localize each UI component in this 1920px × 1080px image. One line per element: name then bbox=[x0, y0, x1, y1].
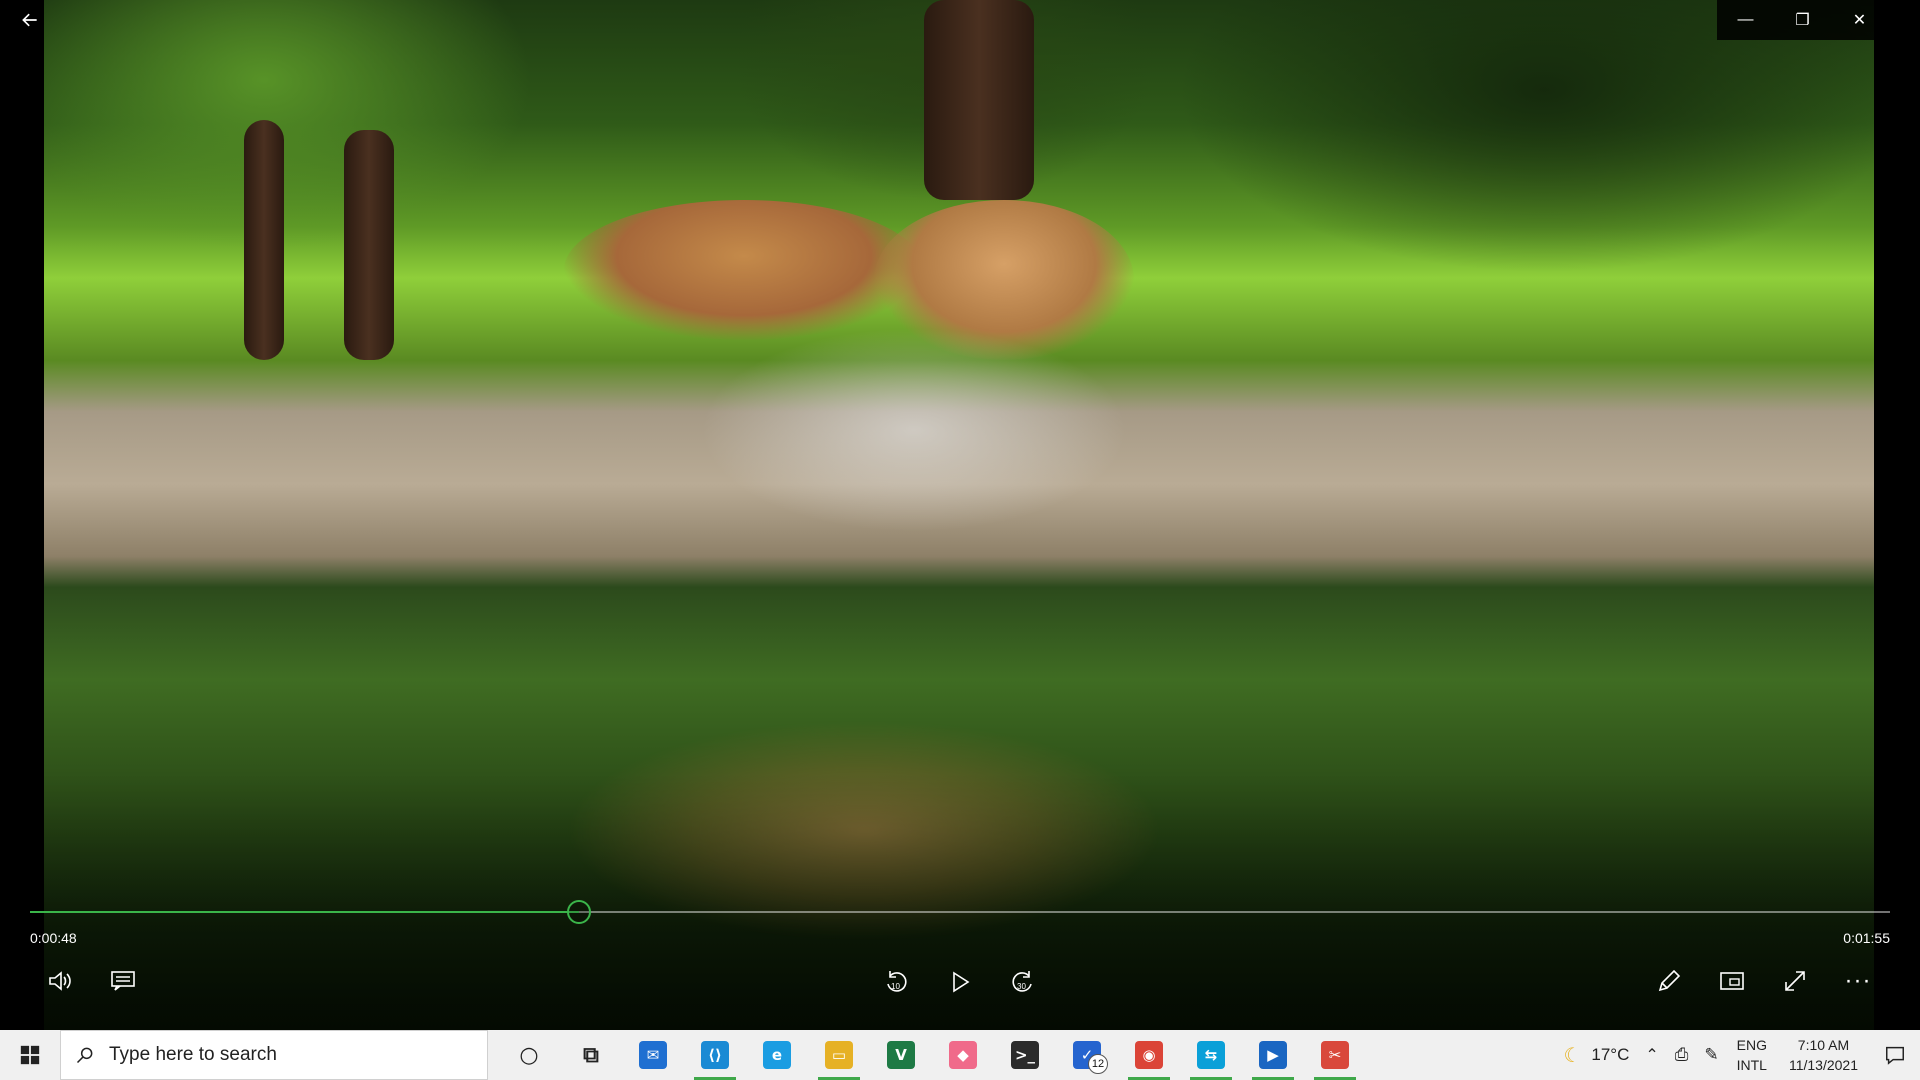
moon-icon: ☾ bbox=[1563, 1044, 1582, 1067]
meet-now-button[interactable]: ⎙ bbox=[1667, 1030, 1697, 1080]
notification-icon bbox=[1886, 1046, 1904, 1065]
window-caption-buttons: — ❐ ✕ bbox=[1717, 0, 1888, 40]
fullscreen-icon bbox=[1785, 971, 1805, 991]
taskbar-app-todo[interactable]: ✓ 12 bbox=[1056, 1030, 1118, 1080]
skip-forward-button[interactable]: 30 bbox=[1001, 960, 1045, 1004]
more-icon: ··· bbox=[1844, 967, 1872, 994]
taskbar-app-snip[interactable]: ✂ bbox=[1304, 1030, 1366, 1080]
weather-temp: 17°C bbox=[1591, 1045, 1630, 1064]
taskbar-app-chrome[interactable]: ◉ bbox=[1118, 1030, 1180, 1080]
notifications-button[interactable] bbox=[1870, 1030, 1920, 1080]
task-view-icon: ⧉ bbox=[583, 1042, 599, 1068]
play-icon bbox=[953, 971, 970, 993]
duration: 0:01:55 bbox=[1843, 930, 1890, 946]
video-vignette bbox=[44, 0, 1874, 1030]
taskbar-app-excel[interactable]: V bbox=[870, 1030, 932, 1080]
video-frame[interactable] bbox=[44, 0, 1874, 1030]
taskbar-app-terminal[interactable]: >_ bbox=[994, 1030, 1056, 1080]
captions-button[interactable] bbox=[101, 959, 145, 1003]
edge-icon: e bbox=[763, 1041, 791, 1069]
taskbar-app-remote[interactable]: ⇆ bbox=[1180, 1030, 1242, 1080]
weather-widget[interactable]: ☾ 17°C bbox=[1555, 1030, 1637, 1080]
taskbar-app-vscode[interactable]: ⟨⟩ bbox=[684, 1030, 746, 1080]
file-explorer-icon: ▭ bbox=[825, 1041, 853, 1069]
taskbar-app-cortana[interactable]: ○ bbox=[498, 1030, 560, 1080]
close-button[interactable]: ✕ bbox=[1831, 0, 1888, 40]
taskbar-app-file-explorer[interactable]: ▭ bbox=[808, 1030, 870, 1080]
arrow-left-icon bbox=[22, 13, 37, 27]
start-button[interactable] bbox=[0, 1030, 60, 1080]
taskbar-app-task-view[interactable]: ⧉ bbox=[560, 1030, 622, 1080]
taskbar-apps: ○ ⧉ ✉ ⟨⟩ e ▭ V ◆ >_ ✓ 12 ◉ ⇆ ▶ ✂ bbox=[498, 1030, 1366, 1080]
keyboard-layout: INTL bbox=[1736, 1057, 1767, 1073]
windows-logo-icon bbox=[20, 1045, 40, 1065]
current-time: 0:00:48 bbox=[30, 930, 77, 946]
mini-view-button[interactable] bbox=[1710, 959, 1754, 1003]
terminal-icon: >_ bbox=[1011, 1041, 1039, 1069]
volume-icon bbox=[49, 971, 71, 991]
skip-back-10-icon: 10 bbox=[887, 971, 907, 992]
show-hidden-icons-button[interactable]: ⌃ bbox=[1637, 1030, 1666, 1080]
seek-bar[interactable] bbox=[30, 900, 1890, 924]
volume-button[interactable] bbox=[38, 959, 82, 1003]
movies-tv-icon: ▶ bbox=[1259, 1041, 1287, 1069]
cortana-icon: ○ bbox=[519, 1042, 539, 1068]
app-badge: 12 bbox=[1088, 1054, 1108, 1074]
more-options-button[interactable]: ··· bbox=[1836, 959, 1880, 1003]
chevron-up-icon: ⌃ bbox=[1645, 1047, 1659, 1064]
edit-button[interactable] bbox=[1647, 959, 1691, 1003]
taskbar-search-box[interactable]: Type here to search bbox=[60, 1030, 488, 1080]
system-tray: ☾ 17°C ⌃ ⎙ ✎ ENG INTL 7:10 AM 11/13/2021 bbox=[1555, 1030, 1920, 1080]
minimize-button[interactable]: — bbox=[1717, 0, 1774, 40]
excel-icon: V bbox=[887, 1041, 915, 1069]
mail-icon: ✉ bbox=[639, 1041, 667, 1069]
taskbar-app-movies-tv[interactable]: ▶ bbox=[1242, 1030, 1304, 1080]
restore-button[interactable]: ❐ bbox=[1774, 0, 1831, 40]
clock-time: 7:10 AM bbox=[1797, 1037, 1850, 1053]
movies-tv-window: — ❐ ✕ 0:00:48 0:01:55 10 30 ··· bbox=[0, 0, 1920, 1030]
fullscreen-button[interactable] bbox=[1773, 959, 1817, 1003]
vscode-icon: ⟨⟩ bbox=[701, 1041, 729, 1069]
taskbar: Type here to search ○ ⧉ ✉ ⟨⟩ e ▭ V ◆ >_ ✓ 12 ◉ ⇆ ▶ ✂ ☾… bbox=[0, 1030, 1920, 1080]
pen-workspace-button[interactable]: ✎ bbox=[1696, 1030, 1726, 1080]
seek-thumb[interactable] bbox=[566, 900, 591, 924]
back-button[interactable] bbox=[10, 6, 50, 34]
taskbar-app-paint3d[interactable]: ◆ bbox=[932, 1030, 994, 1080]
taskbar-app-edge[interactable]: e bbox=[746, 1030, 808, 1080]
skip-back-button[interactable]: 10 bbox=[874, 960, 918, 1004]
chrome-icon: ◉ bbox=[1135, 1041, 1163, 1069]
search-placeholder: Type here to search bbox=[109, 1044, 277, 1065]
search-icon bbox=[76, 1047, 93, 1064]
seek-bar-progress bbox=[30, 911, 579, 913]
pen-icon: ✎ bbox=[1704, 1045, 1719, 1064]
skip-forward-label: 30 bbox=[1017, 982, 1026, 991]
captions-icon bbox=[111, 971, 135, 991]
camera-icon: ⎙ bbox=[1674, 1045, 1689, 1064]
mini-view-icon bbox=[1720, 972, 1744, 990]
remote-icon: ⇆ bbox=[1197, 1041, 1225, 1069]
skip-back-label: 10 bbox=[891, 982, 900, 991]
language-code: ENG bbox=[1736, 1037, 1767, 1053]
clock[interactable]: 7:10 AM 11/13/2021 bbox=[1777, 1030, 1870, 1080]
clock-date: 11/13/2021 bbox=[1788, 1057, 1858, 1073]
skip-forward-30-icon: 30 bbox=[1012, 971, 1032, 992]
paint3d-icon: ◆ bbox=[949, 1041, 977, 1069]
play-button[interactable] bbox=[938, 960, 982, 1004]
taskbar-app-mail[interactable]: ✉ bbox=[622, 1030, 684, 1080]
pencil-icon bbox=[1658, 969, 1681, 992]
input-language-button[interactable]: ENG INTL bbox=[1727, 1030, 1777, 1080]
snip-icon: ✂ bbox=[1321, 1041, 1349, 1069]
